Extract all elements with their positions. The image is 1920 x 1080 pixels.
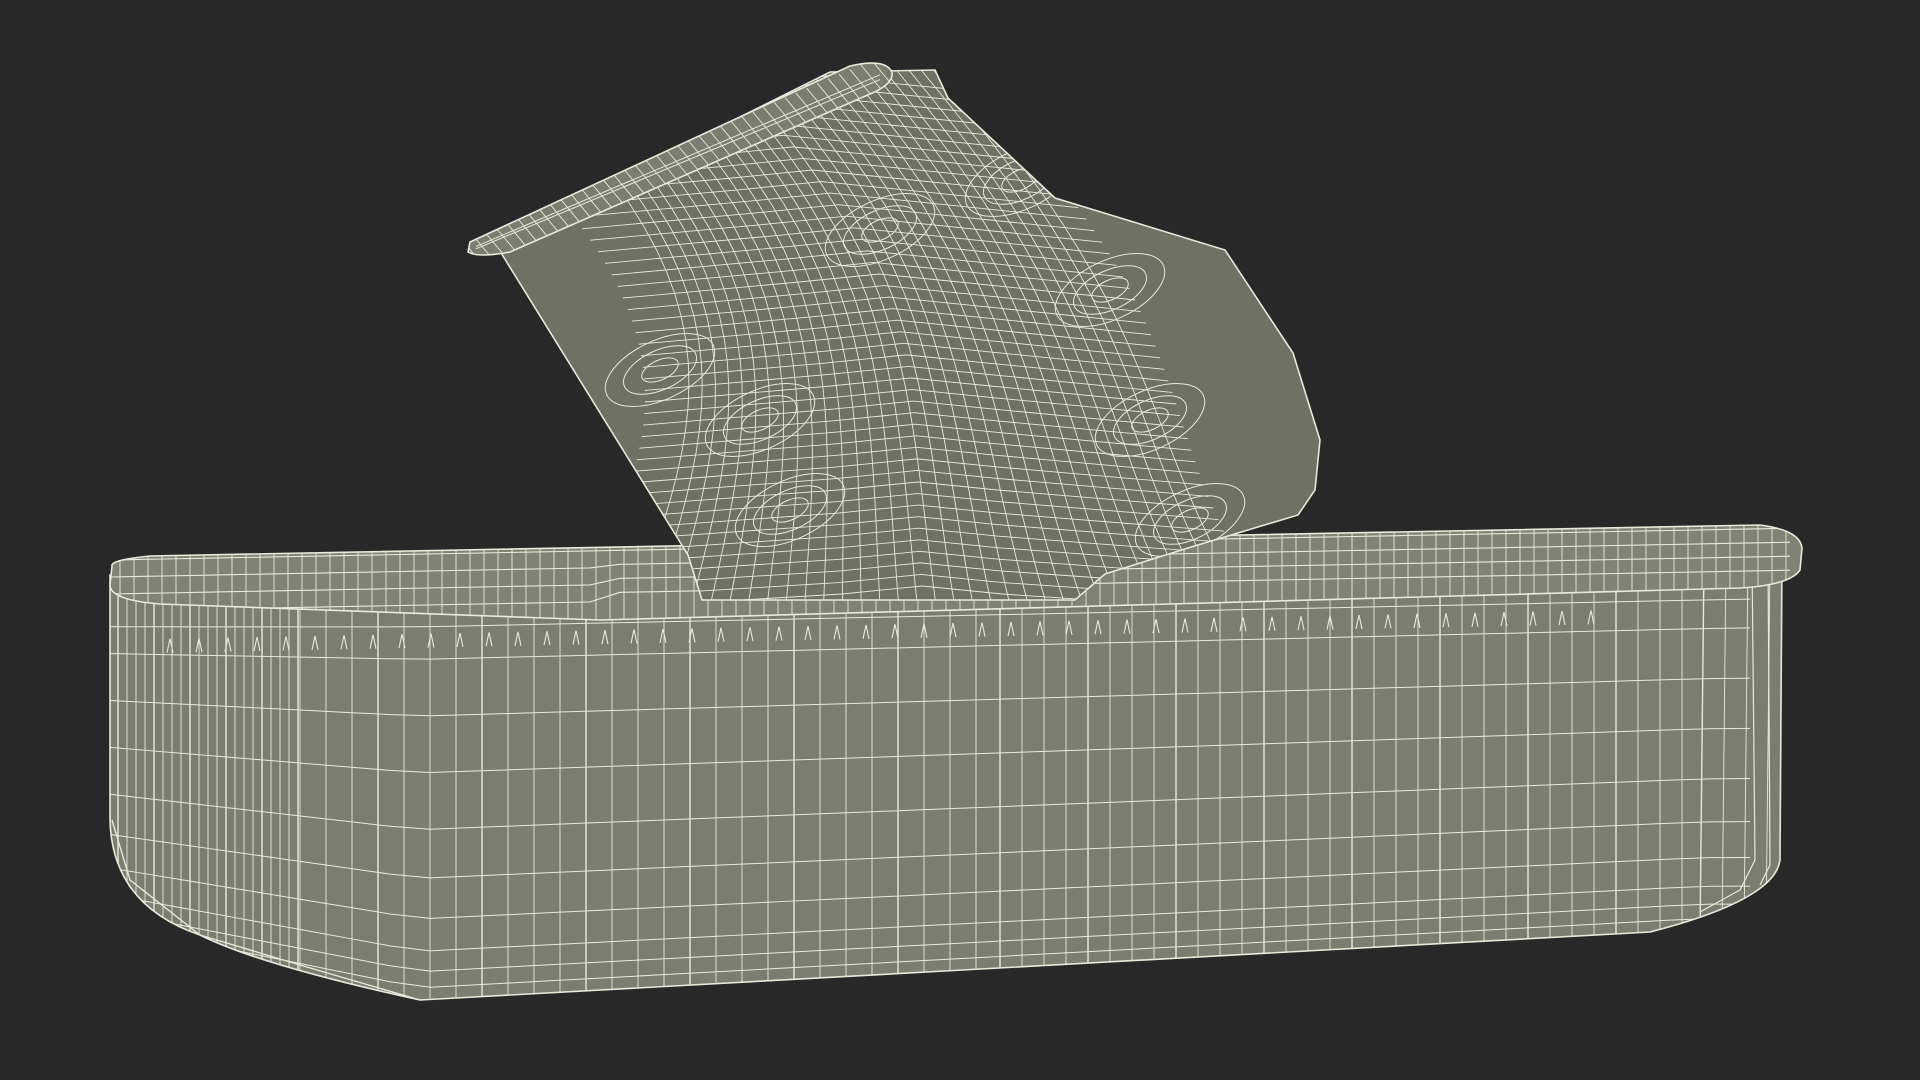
viewport (0, 0, 1920, 1080)
wireframe-render (109, 62, 1803, 1001)
tin-lid (496, 69, 1321, 601)
tin-body (109, 554, 1783, 1001)
